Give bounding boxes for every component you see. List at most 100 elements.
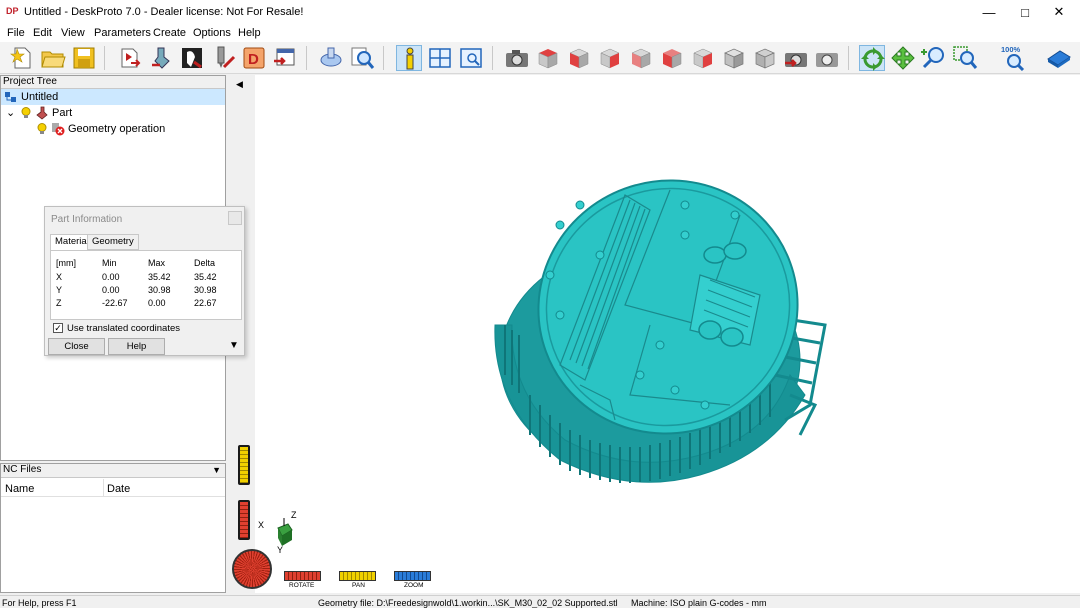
lightbulb-icon[interactable] (37, 123, 47, 140)
camera-view-button[interactable] (504, 45, 530, 71)
tab-geometry[interactable]: Geometry (87, 234, 139, 250)
dropdown-arrow-icon[interactable]: ▼ (212, 464, 221, 476)
nc-files-columns: Name Date (1, 479, 225, 497)
save-file-button[interactable] (71, 45, 97, 71)
zoom-window-button[interactable] (952, 45, 978, 71)
toolbar: D 100% (0, 42, 1080, 74)
close-window-button[interactable]: ✕ (1036, 0, 1080, 24)
layout-button[interactable] (427, 45, 453, 71)
pan-mode-button[interactable] (890, 45, 916, 71)
project-tree-header: Project Tree (1, 76, 225, 89)
expand-arrow-icon[interactable]: ▼ (229, 340, 239, 351)
toolbar-separator (492, 46, 493, 70)
menu-help[interactable]: Help (238, 27, 261, 39)
toolbar-separator (383, 46, 384, 70)
rotate-mode-strip[interactable] (284, 571, 321, 581)
chevron-down-icon[interactable]: ⌄ (6, 105, 15, 121)
view-left-button[interactable] (659, 45, 685, 71)
row-axis: X (56, 272, 63, 282)
zoom-mode-button[interactable] (921, 45, 947, 71)
unit-label: [mm] (56, 258, 76, 268)
collapse-arrow-icon[interactable]: ◀ (236, 79, 243, 90)
cube-front-icon (569, 48, 589, 69)
view-iso2-button[interactable] (752, 45, 778, 71)
nc-files-header: NC Files ▼ (1, 464, 225, 478)
translated-coords-checkbox[interactable]: ✓ (53, 323, 63, 333)
magnifier-icon (351, 47, 375, 69)
view-back-button[interactable] (628, 45, 654, 71)
open-file-button[interactable] (40, 45, 66, 71)
toolbar-separator (848, 46, 849, 70)
axis-triad: X Z Y (254, 510, 304, 558)
row-delta: 22.67 (194, 298, 217, 308)
cube-back-icon (631, 48, 651, 69)
tree-item-project[interactable]: Untitled (1, 89, 225, 105)
zoom-mode-strip[interactable] (394, 571, 431, 581)
row-delta: 30.98 (194, 285, 217, 295)
record-camera-icon (785, 53, 807, 67)
tree-item-geometry-operation[interactable]: Geometry operation (1, 121, 225, 137)
create-dxf-button[interactable]: D (241, 45, 267, 71)
menu-create[interactable]: Create (153, 27, 186, 39)
view-bottom-button[interactable] (690, 45, 716, 71)
info-icon (406, 47, 414, 70)
zoom-100-icon: 100% (1001, 45, 1025, 72)
zoom-100-button[interactable]: 100% (1001, 45, 1027, 72)
close-button[interactable]: Close (48, 338, 105, 355)
project-params-button[interactable] (117, 45, 143, 71)
rotate-slider[interactable] (238, 500, 250, 540)
part-params-button[interactable] (148, 45, 174, 71)
part-info-table: [mm] Min Max Delta X 0.00 35.42 35.42 Y … (50, 250, 242, 320)
row-max: 35.42 (148, 272, 171, 282)
layout-icon (429, 48, 451, 68)
cube-iso2-icon (755, 48, 775, 69)
operation-params-icon (182, 48, 202, 69)
menu-options[interactable]: Options (193, 27, 231, 39)
restore-view-button[interactable] (814, 45, 840, 71)
column-name[interactable]: Name (5, 483, 34, 495)
dxf-icon: D (243, 47, 265, 69)
menu-edit[interactable]: Edit (33, 27, 52, 39)
help-button[interactable]: Help (108, 338, 165, 355)
project-params-icon (121, 48, 141, 68)
open-folder-icon (41, 51, 66, 68)
model-render (494, 179, 827, 483)
view-top-button[interactable] (535, 45, 561, 71)
menu-view[interactable]: View (61, 27, 85, 39)
cutter-icon (217, 46, 236, 69)
simulation-button[interactable] (318, 45, 344, 71)
new-file-button[interactable] (9, 45, 35, 71)
export-toolpath-button[interactable] (272, 45, 298, 71)
pan-icon (891, 46, 915, 70)
pan-slider[interactable] (238, 445, 250, 485)
menu-bar: File Edit View Parameters Create Options… (0, 24, 1080, 42)
inspect-button[interactable] (349, 45, 375, 71)
cube-right-icon (600, 48, 620, 69)
zoom-window-icon (953, 46, 978, 69)
tree-item-label: Geometry operation (68, 123, 166, 135)
zoom-label: ZOOM (404, 582, 424, 589)
close-icon: ✕ (1053, 4, 1065, 19)
menu-parameters[interactable]: Parameters (94, 27, 151, 39)
rotate-mode-button[interactable] (859, 45, 885, 71)
view-options-button[interactable] (458, 45, 484, 71)
window-title: Untitled - DeskProto 7.0 - Dealer licens… (24, 6, 304, 18)
pan-mode-strip[interactable] (339, 571, 376, 581)
operation-params-button[interactable] (179, 45, 205, 71)
tree-item-part[interactable]: ⌄ Part (1, 105, 225, 121)
view-right-button[interactable] (597, 45, 623, 71)
part-params-icon (152, 47, 170, 69)
dialog-close-button[interactable] (228, 211, 242, 225)
help-book-button[interactable] (1046, 45, 1072, 71)
menu-file[interactable]: File (7, 27, 25, 39)
view-iso-button[interactable] (721, 45, 747, 71)
record-view-button[interactable] (783, 45, 809, 71)
part-info-button[interactable] (396, 45, 422, 71)
column-date[interactable]: Date (107, 483, 130, 495)
column-divider[interactable] (103, 479, 104, 497)
3d-viewport[interactable] (230, 75, 1080, 593)
machine-params-button[interactable] (210, 45, 236, 71)
axis-z-label: Z (291, 510, 297, 520)
view-front-button[interactable] (566, 45, 592, 71)
zoom-icon (921, 47, 944, 69)
